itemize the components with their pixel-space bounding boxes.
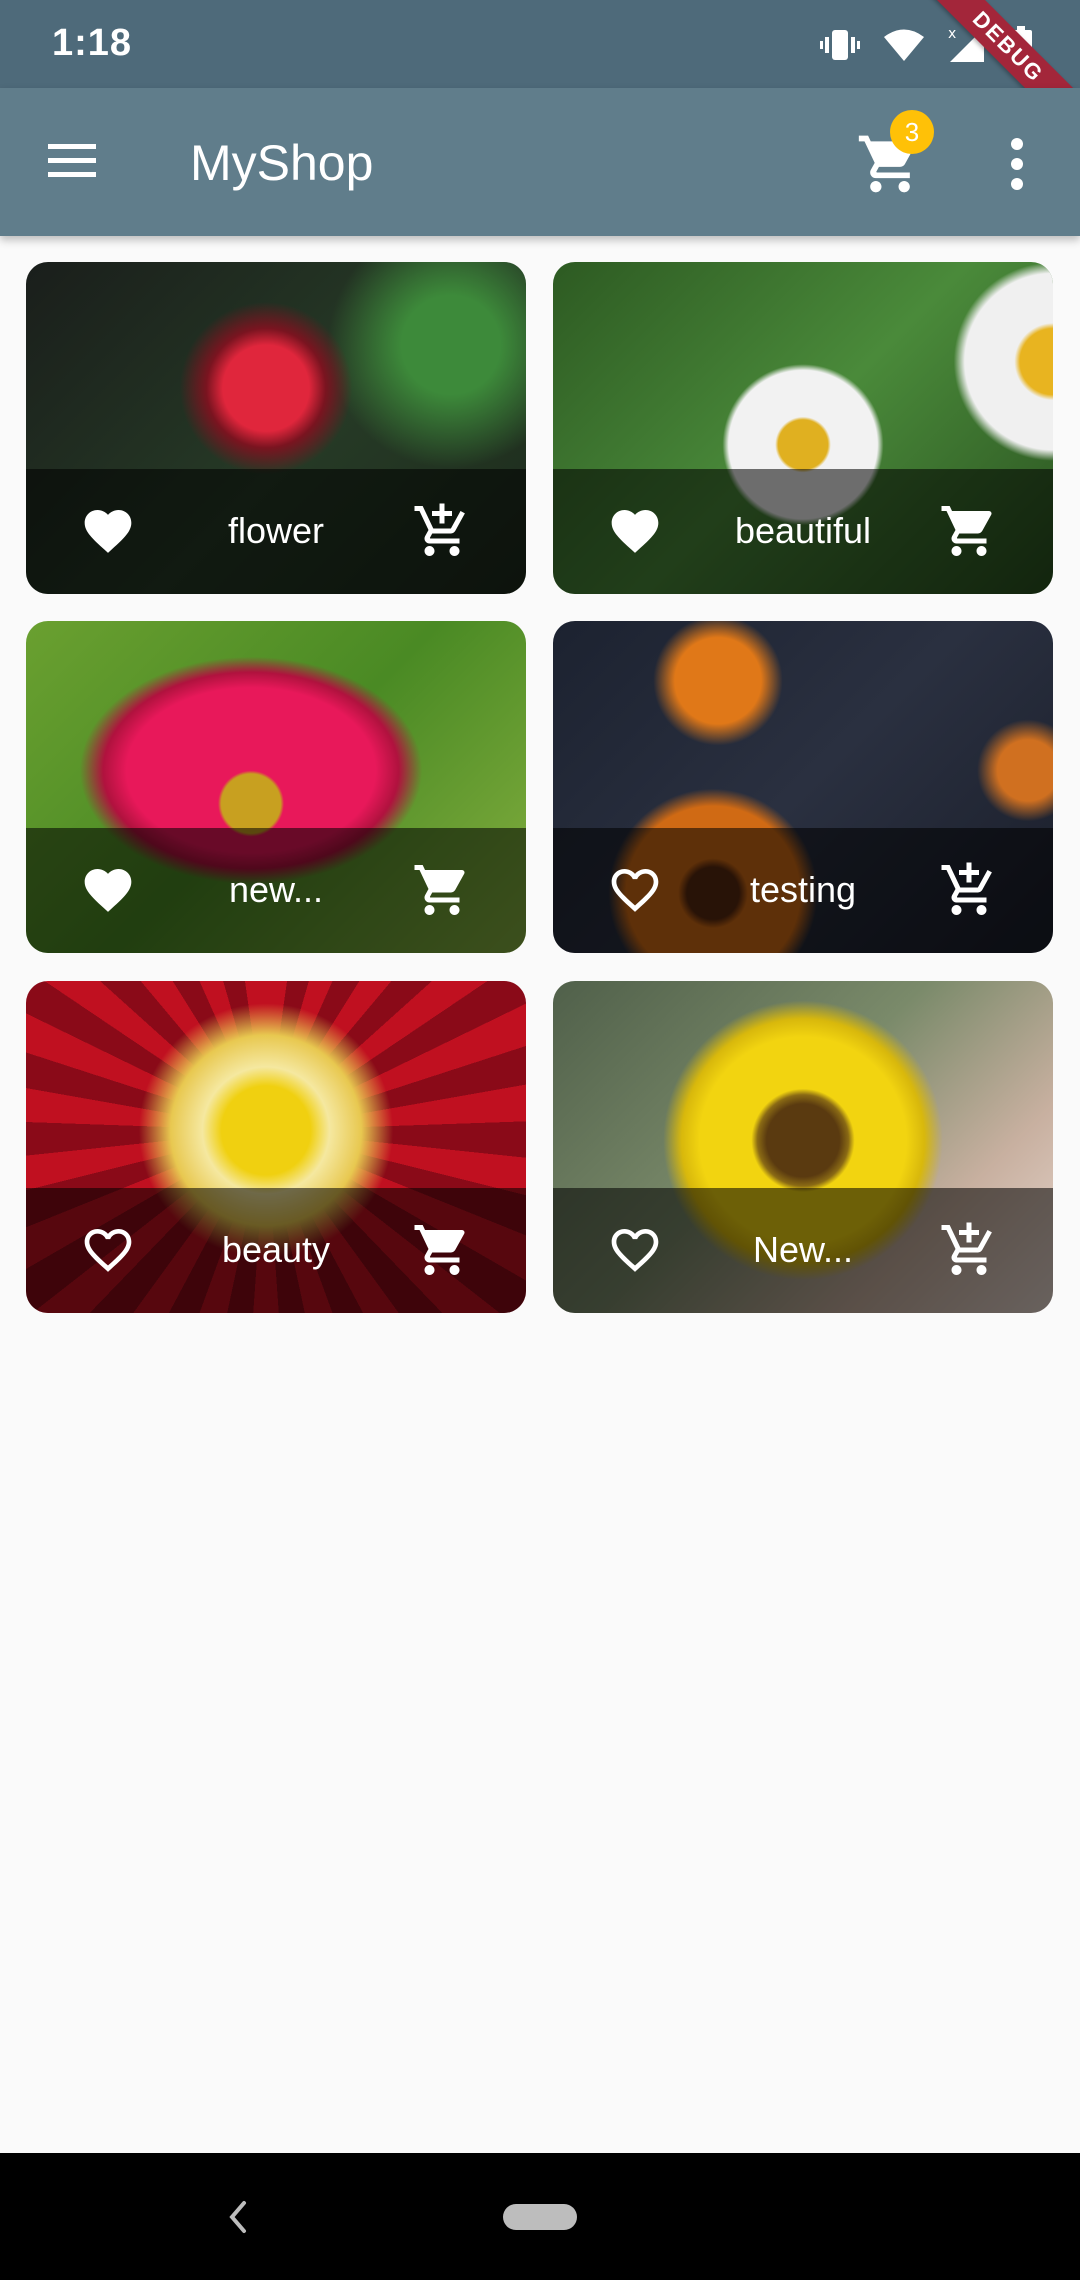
favorite-outline-icon[interactable]: [607, 862, 663, 918]
product-tile[interactable]: new...: [26, 621, 526, 953]
product-title: flower: [227, 510, 325, 551]
product-tile[interactable]: beautiful: [553, 262, 1053, 594]
product-tile[interactable]: New...: [553, 981, 1053, 1313]
product-tile-footer: new...: [26, 828, 526, 953]
svg-text:x: x: [948, 26, 956, 42]
back-button[interactable]: [222, 2195, 256, 2239]
more-options-button[interactable]: [1000, 134, 1034, 194]
app-bar: MyShop 3: [0, 88, 1080, 236]
product-tile-footer: New...: [553, 1188, 1053, 1313]
favorite-filled-icon[interactable]: [607, 503, 663, 559]
status-time: 1:18: [52, 22, 133, 64]
add-shopping-cart-icon[interactable]: [939, 1220, 999, 1280]
shopping-cart-icon[interactable]: [939, 501, 999, 561]
product-title: beauty: [221, 1229, 331, 1270]
add-shopping-cart-icon[interactable]: [939, 860, 999, 920]
menu-icon: [48, 144, 96, 177]
vibrate-icon: [820, 27, 860, 63]
shopping-cart-icon[interactable]: [412, 860, 472, 920]
product-tile-footer: beautiful: [553, 469, 1053, 594]
wifi-icon: [884, 28, 924, 62]
favorite-filled-icon[interactable]: [80, 503, 136, 559]
product-tile[interactable]: beauty: [26, 981, 526, 1313]
product-tile-footer: flower: [26, 469, 526, 594]
product-tile[interactable]: flower: [26, 262, 526, 594]
menu-button[interactable]: [46, 138, 100, 184]
favorite-filled-icon[interactable]: [80, 862, 136, 918]
product-tile-footer: beauty: [26, 1188, 526, 1313]
product-title: beautiful: [734, 510, 872, 551]
shopping-cart-icon[interactable]: [412, 1220, 472, 1280]
product-tile[interactable]: testing: [553, 621, 1053, 953]
system-nav-bar: [0, 2153, 1080, 2280]
favorite-outline-icon[interactable]: [80, 1222, 136, 1278]
page-title: MyShop: [190, 135, 374, 191]
product-title: new...: [228, 869, 324, 910]
status-bar: 1:18 x DEBUG: [0, 0, 1080, 151]
favorite-outline-icon[interactable]: [607, 1222, 663, 1278]
home-pill-button[interactable]: [503, 2204, 577, 2230]
back-icon: [229, 2201, 246, 2233]
product-tile-footer: testing: [553, 828, 1053, 953]
add-shopping-cart-icon[interactable]: [412, 501, 472, 561]
product-title: testing: [749, 869, 857, 910]
cart-count-badge: 3: [890, 110, 934, 154]
product-title: New...: [752, 1229, 854, 1270]
more-vert-icon: [1011, 138, 1023, 190]
